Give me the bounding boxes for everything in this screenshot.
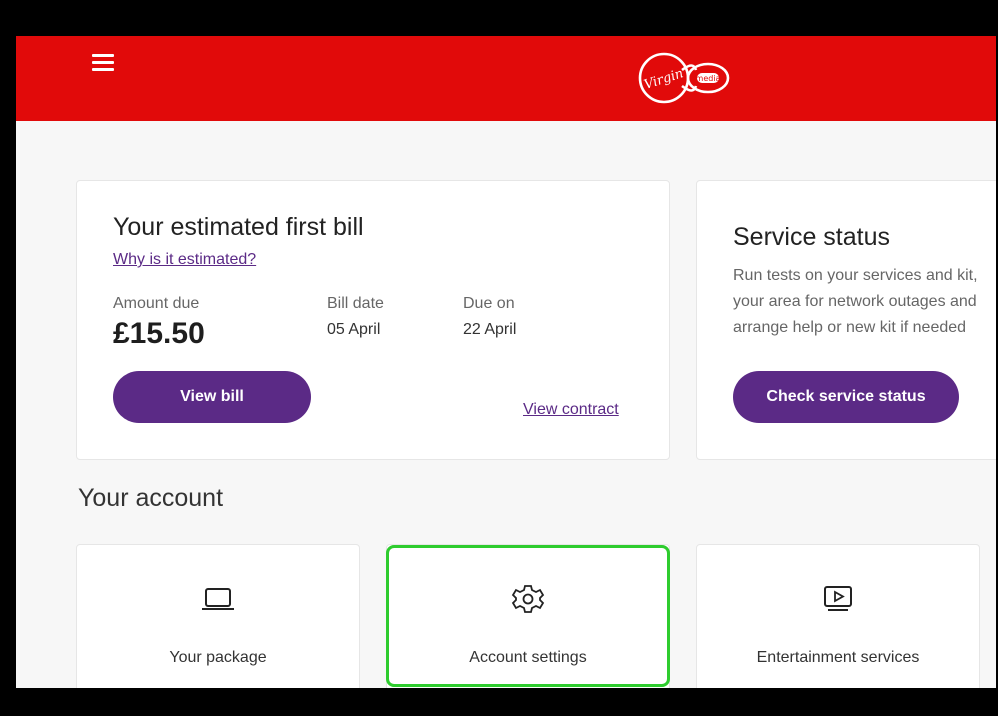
virgin-media-logo[interactable]: Virgin media [634, 50, 734, 106]
service-status-description-line: your area for network outages and [733, 293, 977, 310]
app-viewport: Virgin media Your estimated first bill W… [16, 36, 996, 688]
hamburger-menu-icon[interactable] [92, 54, 114, 72]
why-estimated-link[interactable]: Why is it estimated? [113, 251, 256, 269]
laptop-icon [202, 588, 234, 610]
svg-text:media: media [696, 74, 721, 83]
tile-label: Account settings [469, 649, 587, 666]
service-status-description-line: Run tests on your services and kit, [733, 267, 978, 284]
gear-icon [511, 585, 545, 613]
view-contract-link[interactable]: View contract [523, 401, 619, 419]
due-on-value: 22 April [463, 321, 517, 338]
account-settings-tile[interactable]: Account settings [386, 544, 670, 688]
tile-label: Entertainment services [756, 649, 920, 666]
top-header-bar: Virgin media [16, 36, 996, 121]
bill-card-title: Your estimated first bill [113, 213, 364, 241]
bill-date-value: 05 April [327, 321, 381, 338]
due-on-label: Due on [463, 295, 515, 312]
bill-date-label: Bill date [327, 295, 384, 312]
amount-due-label: Amount due [113, 295, 200, 312]
your-account-heading: Your account [78, 484, 224, 512]
service-status-card: Service status Run tests on your service… [696, 180, 996, 460]
tile-label: Your package [169, 649, 267, 666]
amount-due-value: £15.50 [113, 317, 205, 350]
estimated-bill-card: Your estimated first bill Why is it esti… [76, 180, 670, 460]
view-bill-button[interactable]: View bill [113, 371, 311, 423]
tv-play-icon [824, 586, 852, 611]
service-status-description-line: arrange help or new kit if needed [733, 319, 967, 336]
entertainment-services-tile[interactable]: Entertainment services [696, 544, 980, 688]
check-service-status-button[interactable]: Check service status [733, 371, 959, 423]
service-status-title: Service status [733, 223, 891, 251]
your-package-tile[interactable]: Your package [76, 544, 360, 688]
svg-text:Virgin: Virgin [642, 66, 685, 93]
